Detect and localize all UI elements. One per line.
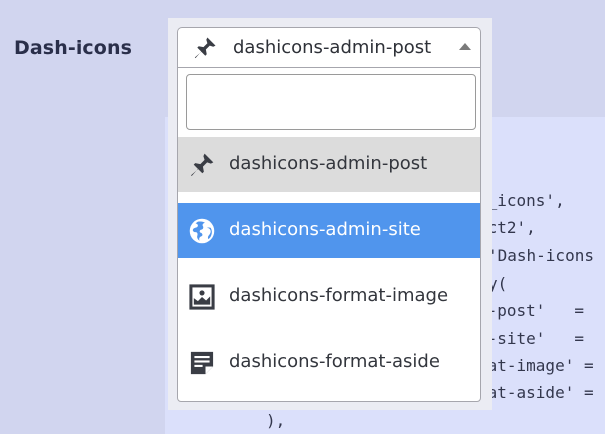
option-label: dashicons-format-image [229, 285, 449, 306]
code-line: ), [266, 411, 286, 430]
code-line: n-post' = [478, 301, 584, 320]
option-label: dashicons-admin-post [229, 153, 428, 174]
pushpin-icon [192, 35, 218, 61]
code-line: mat-aside' = [478, 383, 594, 402]
image-icon [188, 283, 216, 311]
pushpin-icon [188, 151, 216, 179]
option-label: dashicons-admin-site [229, 219, 421, 240]
globe-icon [188, 217, 216, 245]
note-icon [188, 349, 216, 377]
selected-value: dashicons-admin-post [233, 37, 432, 58]
option-admin-post[interactable]: dashicons-admin-post [178, 137, 480, 192]
code-line: 'Dash-icons [488, 246, 594, 265]
code-line: mat-image' = [478, 356, 594, 375]
option-admin-site[interactable]: dashicons-admin-site [178, 203, 480, 258]
dropdown-list: dashicons-admin-post dashicons-admin-sit… [177, 67, 481, 402]
dash-icons-label: Dash-icons [14, 37, 132, 59]
chevron-up-icon[interactable] [459, 43, 471, 50]
option-format-image[interactable]: dashicons-format-image [178, 269, 480, 324]
dash-icons-select[interactable]: dashicons-admin-post [177, 27, 481, 67]
option-label: dashicons-format-aside [229, 351, 440, 372]
search-input[interactable] [186, 74, 476, 130]
option-format-aside[interactable]: dashicons-format-aside [178, 335, 480, 390]
code-line: n-site' = [478, 329, 584, 348]
